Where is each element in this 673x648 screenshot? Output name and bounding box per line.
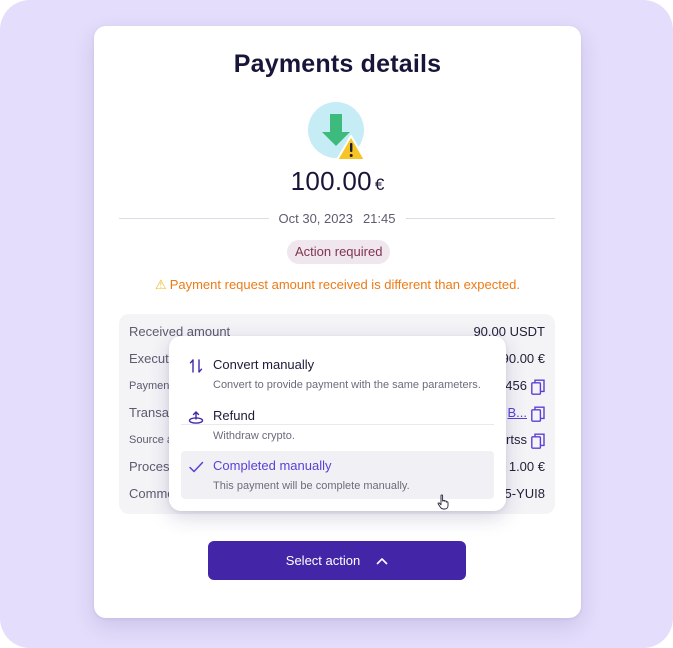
detail-label: Source a [129,434,174,446]
refund-icon [188,411,204,424]
copy-icon[interactable] [531,406,545,422]
menu-item-refund[interactable]: Refund Withdraw crypto. [181,401,494,449]
amount-currency: € [374,175,385,194]
menu-item-title: Completed manually [213,458,332,473]
menu-item-completed-manually[interactable]: Completed manually This payment will be … [181,451,494,499]
select-action-label: Select action [285,553,361,568]
payment-datetime: Oct 30, 2023 21:45 [269,211,406,226]
page-title: Payments details [233,50,442,78]
divider-line-right [405,217,555,219]
detail-value-link[interactable]: B... [507,405,527,420]
detail-value: 1.00 € [508,459,545,474]
menu-item-convert-manually[interactable]: Convert manually Convert to provide paym… [181,350,494,398]
menu-item-description: This payment will be complete manually. [213,480,410,492]
payment-amount: 100.00 € [94,166,581,197]
divider-line-left [119,217,269,219]
warning-message: Payment request amount received is diffe… [169,277,520,292]
detail-label: Comme [129,486,175,501]
download-warning-icon [308,102,366,161]
detail-value: 5-YUI8 [504,486,545,501]
menu-item-title: Convert manually [213,357,315,372]
date-divider: Oct 30, 2023 21:45 [119,209,555,227]
check-icon [189,461,204,473]
detail-value: 456 [505,378,527,393]
chevron-up-icon [376,557,388,564]
menu-item-description: Withdraw crypto. [213,430,295,442]
convert-arrows-icon [189,359,203,373]
copy-icon[interactable] [531,379,545,395]
copy-icon[interactable] [531,433,545,449]
action-dropdown-menu: Convert manually Convert to provide paym… [169,336,506,511]
select-action-button[interactable]: Select action [208,541,466,580]
menu-item-title: Refund [213,408,255,423]
hand-cursor-icon [437,494,449,510]
payment-time: 21:45 [362,210,396,226]
status-badge: Action required [287,240,391,264]
menu-item-description: Convert to provide payment with the same… [213,379,481,391]
payment-date: Oct 30, 2023 [278,210,353,226]
warning-triangle-icon: ⚠ [155,277,167,292]
amount-value: 100.00 [290,166,372,196]
warning-message-row: ⚠ Payment request amount received is diff… [94,277,581,293]
detail-label: Paymen [129,380,170,392]
payment-details-card: Payments details 100.00 € Oct 30, 2023 21:… [94,26,581,618]
detail-value: rtss [506,432,527,447]
detail-value: 90.00 € [501,351,545,366]
